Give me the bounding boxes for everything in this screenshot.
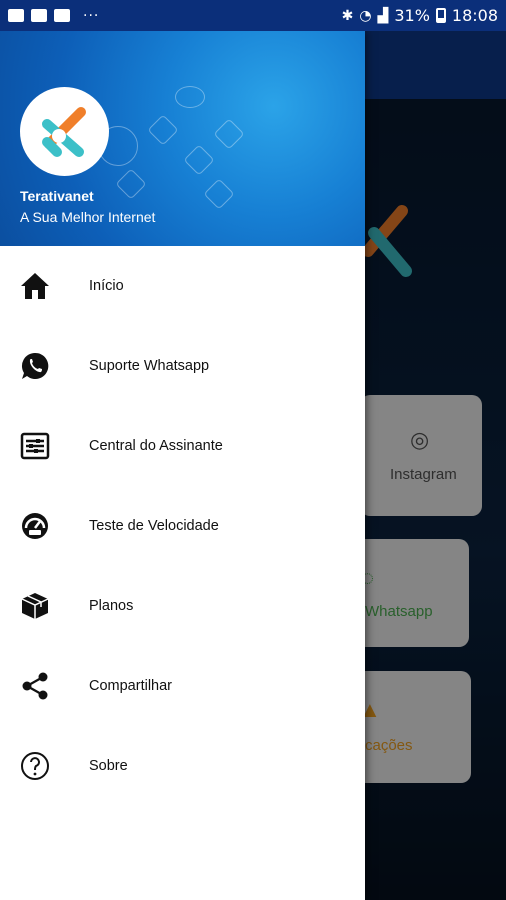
menu-item-suporte-whatsapp[interactable]: Suporte Whatsapp	[0, 326, 365, 406]
menu-item-label: Suporte Whatsapp	[89, 358, 210, 374]
brand-tagline: A Sua Melhor Internet	[20, 209, 156, 225]
gallery-icon	[8, 9, 24, 22]
menu-item-compartilhar[interactable]: Compartilhar	[0, 646, 365, 726]
speedometer-icon	[19, 510, 51, 542]
drawer-menu: Início Suporte Whatsapp Central do Assin…	[0, 246, 365, 806]
youtube-icon	[31, 9, 47, 22]
clock: 18:08	[451, 6, 498, 25]
navigation-drawer: Terativanet A Sua Melhor Internet Início…	[0, 31, 365, 900]
menu-item-teste-velocidade[interactable]: Teste de Velocidade	[0, 486, 365, 566]
menu-item-planos[interactable]: Planos	[0, 566, 365, 646]
menu-item-inicio[interactable]: Início	[0, 246, 365, 326]
brand-logo-icon	[41, 106, 86, 157]
menu-item-label: Compartilhar	[89, 678, 172, 694]
drawer-header: Terativanet A Sua Melhor Internet	[0, 31, 365, 246]
menu-item-label: Teste de Velocidade	[89, 518, 219, 534]
menu-item-label: Início	[89, 278, 124, 294]
menu-item-central-assinante[interactable]: Central do Assinante	[0, 406, 365, 486]
youtube-icon	[54, 9, 70, 22]
share-icon	[19, 670, 51, 702]
bluetooth-icon: ✱	[341, 7, 354, 24]
battery-percent: 31%	[394, 6, 430, 25]
wifi-icon: ◔	[359, 7, 372, 24]
decor-hex	[213, 118, 245, 150]
subscriber-center-icon	[19, 430, 51, 462]
decor-hex	[115, 168, 147, 200]
brand-logo	[20, 87, 109, 176]
decor-hex	[203, 178, 235, 210]
home-icon	[19, 270, 51, 302]
decor-hex	[147, 114, 179, 146]
help-icon	[19, 750, 51, 782]
menu-item-sobre[interactable]: Sobre	[0, 726, 365, 806]
decor-hex	[183, 144, 215, 176]
whatsapp-icon	[19, 350, 51, 382]
menu-item-label: Planos	[89, 598, 134, 614]
cloud-download-icon	[175, 86, 205, 108]
brand-name: Terativanet	[20, 188, 94, 204]
status-bar: ··· ✱ ◔ ▟ 31% 18:08	[0, 0, 506, 31]
battery-icon	[435, 8, 446, 23]
signal-icon: ▟	[377, 7, 389, 24]
more-notifications: ···	[83, 7, 100, 24]
menu-item-label: Sobre	[89, 758, 128, 774]
menu-item-label: Central do Assinante	[89, 438, 223, 454]
package-icon	[19, 590, 51, 622]
